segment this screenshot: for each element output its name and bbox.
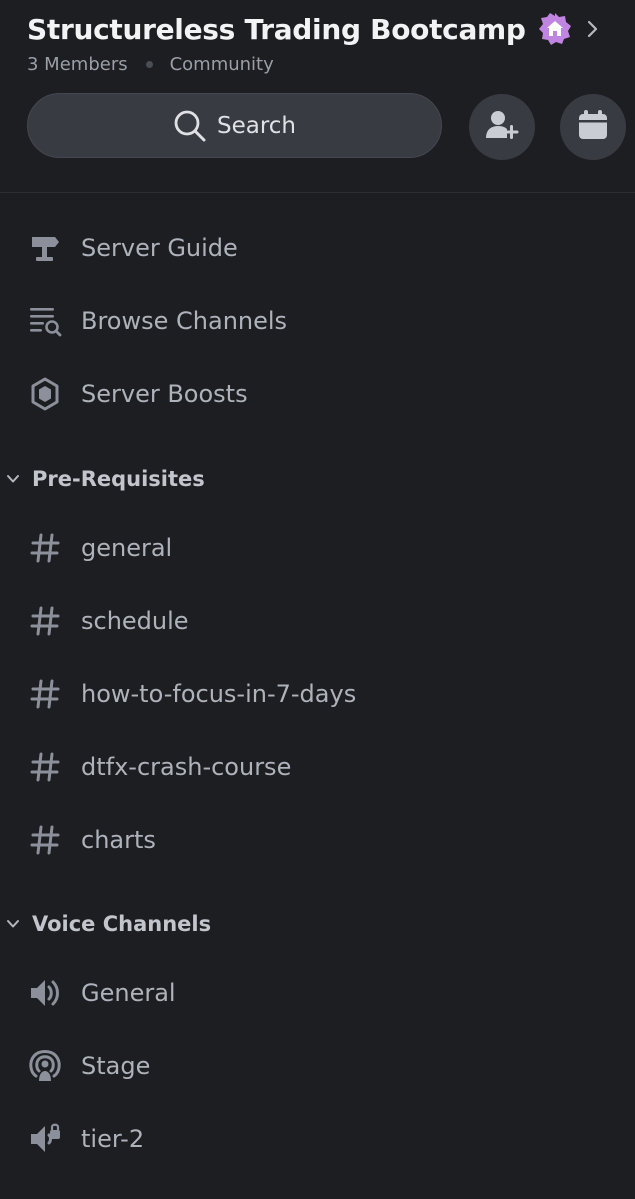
channel-schedule[interactable]: schedule [0,593,635,649]
menu-label: Server Boosts [81,380,248,408]
add-member-icon [484,107,520,147]
channel-label: schedule [81,607,189,635]
channel-label: Stage [81,1052,151,1080]
voice-channel-tier-2[interactable]: tier-2 [0,1111,635,1167]
header-divider [0,192,635,193]
category-label: Voice Channels [32,912,212,936]
browse-channels-icon [27,303,63,339]
category-pre-requisites[interactable]: Pre-Requisites [0,462,635,496]
speaker-locked-icon [27,1121,63,1157]
stage-icon [27,1048,63,1084]
channel-how-to-focus-in-7-days[interactable]: how-to-focus-in-7-days [0,666,635,722]
server-type: Community [169,53,274,75]
calendar-icon [576,108,610,146]
channel-label: tier-2 [81,1125,145,1153]
server-header: Structureless Trading Bootcamp 3 Members… [0,0,635,193]
hash-icon [27,530,63,566]
channel-general[interactable]: general [0,520,635,576]
voice-channel-stage[interactable]: Stage [0,1038,635,1094]
channel-label: charts [81,826,156,854]
menu-label: Server Guide [81,234,238,262]
events-button[interactable] [560,94,626,160]
server-meta: 3 Members Community [27,52,274,76]
invite-button[interactable] [469,94,535,160]
menu-label: Browse Channels [81,307,288,335]
chevron-right-icon [586,19,600,39]
hash-icon [27,603,63,639]
channel-label: general [81,534,173,562]
channel-charts[interactable]: charts [0,812,635,868]
hash-icon [27,822,63,858]
chevron-down-icon [5,471,21,487]
channel-label: dtfx-crash-course [81,753,292,781]
channel-dtfx-crash-course[interactable]: dtfx-crash-course [0,739,635,795]
category-label: Pre-Requisites [32,467,205,491]
boost-icon [27,376,63,412]
category-voice-channels[interactable]: Voice Channels [0,907,635,941]
search-label: Search [216,112,297,139]
signpost-icon [27,230,63,266]
community-badge-icon [538,12,572,46]
server-name: Structureless Trading Bootcamp [27,12,526,46]
server-title-button[interactable]: Structureless Trading Bootcamp [27,8,600,50]
channel-label: General [81,979,176,1007]
menu-item-server-guide[interactable]: Server Guide [0,220,635,276]
hash-icon [27,749,63,785]
member-count: 3 Members [27,53,128,75]
hash-icon [27,676,63,712]
separator-dot [145,60,153,68]
search-button[interactable]: Search [27,93,442,158]
voice-channel-general[interactable]: General [0,965,635,1021]
menu-item-browse-channels[interactable]: Browse Channels [0,293,635,349]
menu-item-server-boosts[interactable]: Server Boosts [0,366,635,422]
chevron-down-icon [5,916,21,932]
search-icon [173,109,207,143]
speaker-icon [27,975,63,1011]
channel-label: how-to-focus-in-7-days [81,680,357,708]
